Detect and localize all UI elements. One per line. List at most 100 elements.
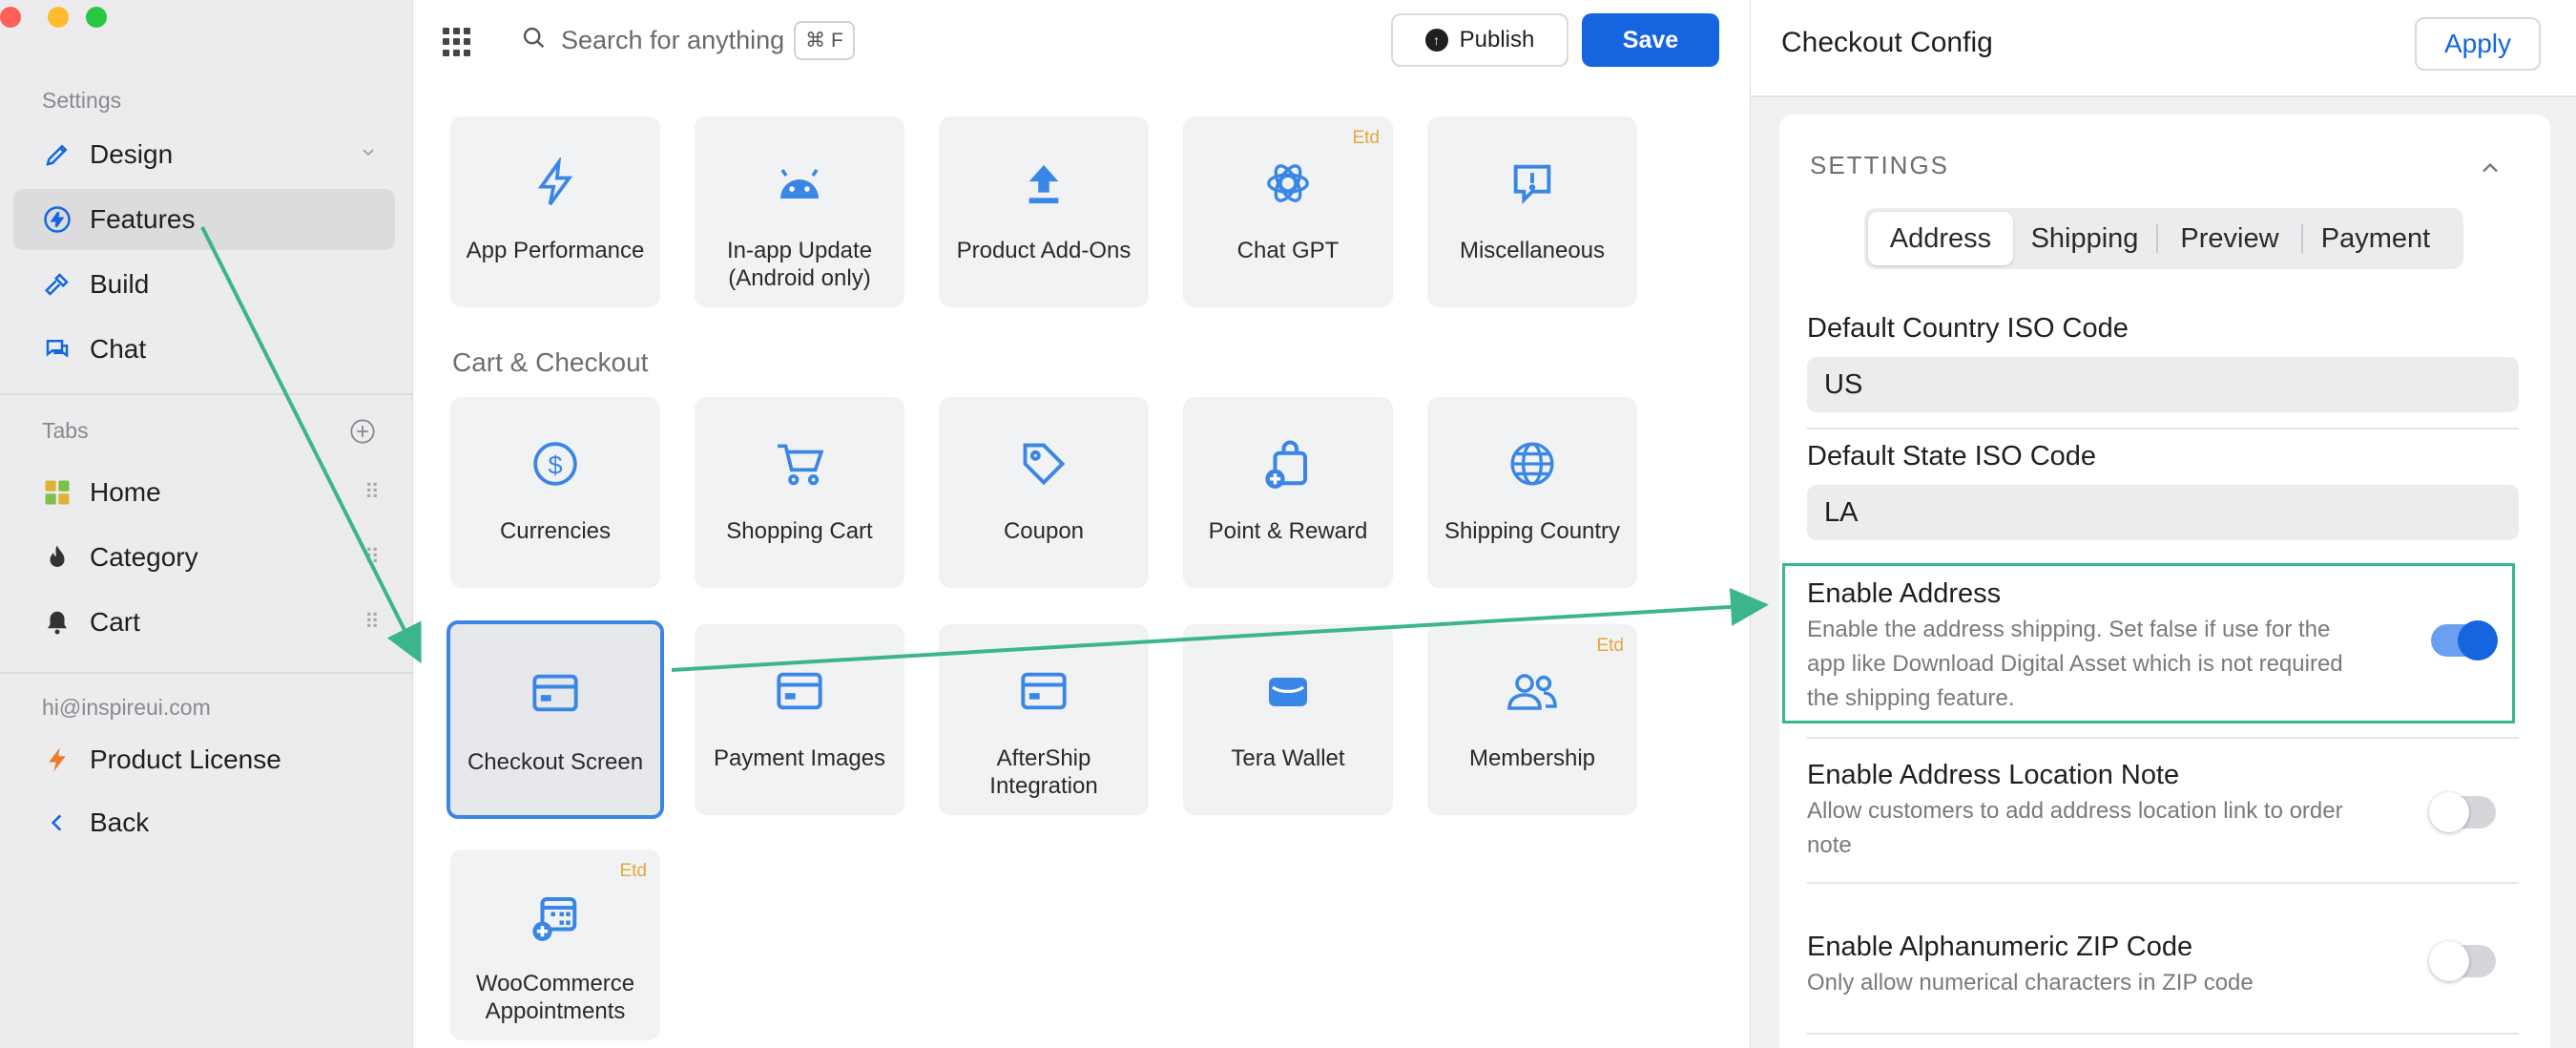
users-icon — [1506, 662, 1559, 720]
etd-badge: Etd — [1596, 636, 1624, 656]
card-icon — [530, 664, 580, 722]
wallet-icon — [1265, 662, 1311, 720]
panel-header: Checkout Config Apply — [1751, 0, 2576, 97]
feature-card-label: Miscellaneous — [1459, 238, 1606, 263]
feature-card-label: App Performance — [466, 238, 645, 263]
default-country-field[interactable]: US — [1807, 357, 2519, 412]
tab-item-label: Category — [90, 542, 198, 572]
sidebar-item-label: Build — [90, 269, 150, 299]
feature-card-coupon[interactable]: Coupon — [939, 397, 1149, 588]
back-link[interactable]: Back — [13, 792, 395, 853]
alert-bubble-icon — [1507, 155, 1557, 212]
feature-card-label: WooCommerce Appointments — [475, 971, 635, 1024]
divider — [1807, 737, 2519, 739]
sidebar-item-label: Design — [90, 139, 174, 169]
feature-card-label: AfterShip Integration — [989, 745, 1098, 799]
etd-badge: Etd — [619, 861, 647, 881]
calendar-plus-icon — [530, 888, 581, 945]
chevron-down-icon[interactable] — [359, 143, 378, 167]
tab-preview[interactable]: Preview — [2158, 212, 2301, 265]
feature-card-tera-wallet[interactable]: Tera Wallet — [1183, 624, 1393, 815]
tab-payment[interactable]: Payment — [2303, 212, 2448, 265]
feature-card-label: Point & Reward — [1208, 518, 1368, 544]
tab-item-label: Home — [90, 477, 161, 507]
default-state-label: Default State ISO Code — [1807, 441, 2097, 472]
tabs-section-label: Tabs — [42, 418, 89, 443]
enable-address-location-note-toggle[interactable] — [2429, 792, 2496, 832]
chevron-up-icon[interactable] — [2477, 155, 2503, 186]
section-title-cart-checkout: Cart & Checkout — [452, 347, 649, 377]
grid-squares-icon — [40, 475, 74, 510]
feature-card-label: Product Add-Ons — [956, 238, 1132, 263]
tab-item-category[interactable]: Category ⠿ — [13, 527, 395, 588]
globe-icon — [1508, 435, 1556, 493]
enable-alphanumeric-zip-title: Enable Alphanumeric ZIP Code — [1807, 932, 2193, 962]
maximize-window-button[interactable] — [86, 7, 107, 28]
feature-card-membership[interactable]: Etd Membership — [1427, 624, 1637, 815]
sidebar: Settings Design Features Build Chat Tabs — [0, 0, 413, 1048]
feature-card-woocommerce-appointments[interactable]: Etd WooCommerce Appointments — [450, 849, 660, 1040]
search-input[interactable]: Search for anything — [561, 26, 784, 55]
feature-card-checkout-screen[interactable]: Checkout Screen — [447, 620, 664, 819]
close-window-button[interactable] — [0, 7, 21, 28]
divider — [1807, 428, 2519, 430]
drag-handle-icon[interactable]: ⠿ — [364, 610, 380, 635]
apply-button[interactable]: Apply — [2415, 17, 2541, 71]
tab-item-label: Cart — [90, 607, 140, 637]
tab-address[interactable]: Address — [1868, 212, 2013, 265]
sidebar-item-chat[interactable]: Chat — [13, 319, 395, 380]
feature-card-chat-gpt[interactable]: Etd Chat GPT — [1183, 116, 1393, 307]
sidebar-item-build[interactable]: Build — [13, 254, 395, 315]
dollar-icon: $ — [531, 435, 579, 493]
android-icon — [775, 155, 824, 212]
feature-card-label: Chat GPT — [1236, 238, 1340, 263]
svg-text:$: $ — [548, 450, 562, 479]
feature-card-label: Checkout Screen — [467, 749, 644, 775]
tag-icon — [1019, 435, 1069, 493]
publish-button[interactable]: ↑ Publish — [1391, 13, 1568, 67]
tab-item-home[interactable]: Home ⠿ — [13, 462, 395, 523]
feature-card-payment-images[interactable]: Payment Images — [695, 624, 904, 815]
feature-card-point-reward[interactable]: Point & Reward — [1183, 397, 1393, 588]
feature-card-app-performance[interactable]: App Performance — [450, 116, 660, 307]
feature-card-currencies[interactable]: $ Currencies — [450, 397, 660, 588]
enable-address-title: Enable Address — [1807, 578, 2002, 609]
feature-card-label: Currencies — [499, 518, 612, 544]
feature-card-label: Coupon — [1003, 518, 1085, 544]
minimize-window-button[interactable] — [48, 7, 69, 28]
card-icon — [775, 662, 824, 720]
feature-card-in-app-update[interactable]: In-app Update (Android only) — [695, 116, 904, 307]
apps-grid-icon[interactable] — [443, 28, 471, 56]
back-label: Back — [90, 807, 150, 837]
pen-icon — [40, 137, 74, 172]
product-license-link[interactable]: Product License — [13, 729, 395, 790]
feature-card-miscellaneous[interactable]: Miscellaneous — [1427, 116, 1637, 307]
hammer-icon — [40, 267, 74, 302]
sidebar-item-features[interactable]: Features — [13, 189, 395, 250]
feature-card-shipping-country[interactable]: Shipping Country — [1427, 397, 1637, 588]
sidebar-divider — [0, 672, 413, 674]
user-email: hi@inspireui.com — [42, 695, 211, 720]
add-tab-icon[interactable] — [349, 418, 376, 450]
enable-alphanumeric-zip-toggle[interactable] — [2429, 941, 2496, 981]
panel-title: Checkout Config — [1781, 27, 1993, 58]
feature-card-aftership-integration[interactable]: AfterShip Integration — [939, 624, 1149, 815]
enable-address-toggle[interactable] — [2431, 620, 2498, 660]
feature-card-label: Payment Images — [713, 745, 886, 771]
search-icon — [521, 25, 548, 56]
enable-alphanumeric-zip-description: Only allow numerical characters in ZIP c… — [1807, 970, 2254, 996]
drag-handle-icon[interactable]: ⠿ — [364, 545, 380, 570]
sidebar-item-label: Features — [90, 204, 196, 234]
feature-card-shopping-cart[interactable]: Shopping Cart — [695, 397, 904, 588]
chevron-left-icon — [40, 806, 74, 840]
search-bar[interactable]: Search for anything ⌘ F — [521, 17, 855, 63]
tab-item-cart[interactable]: Cart ⠿ — [13, 592, 395, 653]
save-button[interactable]: Save — [1582, 13, 1719, 67]
drag-handle-icon[interactable]: ⠿ — [364, 480, 380, 505]
sidebar-item-design[interactable]: Design — [13, 124, 395, 185]
feature-card-product-add-ons[interactable]: Product Add-Ons — [939, 116, 1149, 307]
openai-icon — [1262, 155, 1314, 212]
tab-shipping[interactable]: Shipping — [2013, 212, 2156, 265]
default-state-field[interactable]: LA — [1807, 485, 2519, 540]
bell-icon — [40, 605, 74, 639]
